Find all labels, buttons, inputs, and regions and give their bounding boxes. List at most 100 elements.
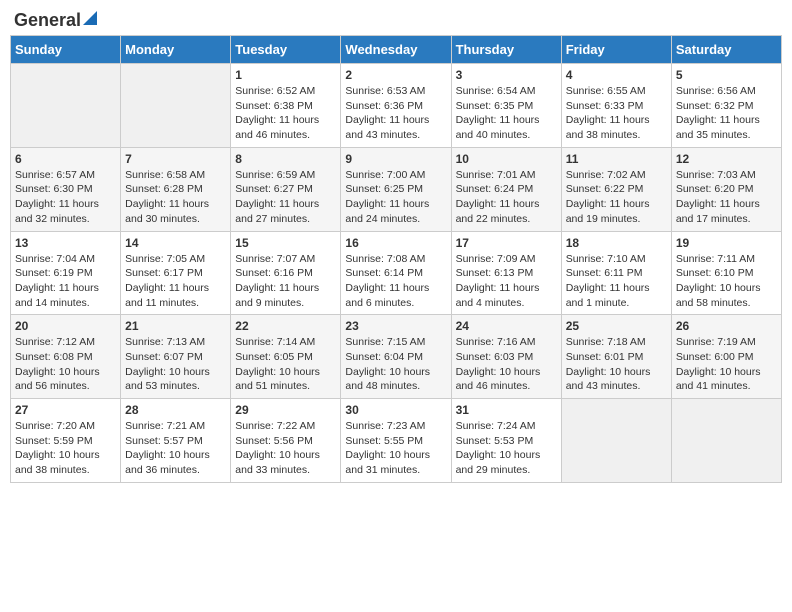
day-number: 8 bbox=[235, 152, 336, 166]
day-number: 1 bbox=[235, 68, 336, 82]
col-header-friday: Friday bbox=[561, 36, 671, 64]
day-number: 27 bbox=[15, 403, 116, 417]
calendar-cell: 3 Sunrise: 6:54 AMSunset: 6:35 PMDaylight… bbox=[451, 64, 561, 148]
day-number: 26 bbox=[676, 319, 777, 333]
day-number: 2 bbox=[345, 68, 446, 82]
calendar-cell: 9Sunrise: 7:00 AMSunset: 6:25 PMDaylight… bbox=[341, 147, 451, 231]
calendar-week-row: 6 Sunrise: 6:57 AMSunset: 6:30 PMDaylight… bbox=[11, 147, 782, 231]
calendar-cell bbox=[561, 399, 671, 483]
calendar-cell: 28 Sunrise: 7:21 AMSunset: 5:57 PMDayligh… bbox=[121, 399, 231, 483]
day-info: Sunrise: 7:23 AMSunset: 5:55 PMDaylight:… bbox=[345, 419, 446, 478]
day-number: 6 bbox=[15, 152, 116, 166]
day-info: Sunrise: 7:20 AMSunset: 5:59 PMDaylight:… bbox=[15, 419, 116, 478]
logo-triangle-icon bbox=[83, 11, 97, 30]
calendar-week-row: 27 Sunrise: 7:20 AMSunset: 5:59 PMDayligh… bbox=[11, 399, 782, 483]
calendar-cell: 2Sunrise: 6:53 AMSunset: 6:36 PMDaylight… bbox=[341, 64, 451, 148]
day-info: Sunrise: 7:05 AMSunset: 6:17 PMDaylight:… bbox=[125, 252, 226, 311]
calendar-cell: 20 Sunrise: 7:12 AMSunset: 6:08 PMDayligh… bbox=[11, 315, 121, 399]
calendar-cell: 13Sunrise: 7:04 AMSunset: 6:19 PMDayligh… bbox=[11, 231, 121, 315]
day-info: Sunrise: 7:07 AMSunset: 6:16 PMDaylight:… bbox=[235, 252, 336, 311]
calendar-cell: 17Sunrise: 7:09 AMSunset: 6:13 PMDayligh… bbox=[451, 231, 561, 315]
day-info: Sunrise: 7:16 AMSunset: 6:03 PMDaylight:… bbox=[456, 335, 557, 394]
calendar-cell: 27 Sunrise: 7:20 AMSunset: 5:59 PMDayligh… bbox=[11, 399, 121, 483]
calendar-cell: 26 Sunrise: 7:19 AMSunset: 6:00 PMDayligh… bbox=[671, 315, 781, 399]
day-info: Sunrise: 6:58 AMSunset: 6:28 PMDaylight:… bbox=[125, 168, 226, 227]
day-number: 19 bbox=[676, 236, 777, 250]
day-info: Sunrise: 7:14 AMSunset: 6:05 PMDaylight:… bbox=[235, 335, 336, 394]
col-header-wednesday: Wednesday bbox=[341, 36, 451, 64]
calendar-cell: 25 Sunrise: 7:18 AMSunset: 6:01 PMDayligh… bbox=[561, 315, 671, 399]
calendar-cell: 24 Sunrise: 7:16 AMSunset: 6:03 PMDayligh… bbox=[451, 315, 561, 399]
day-number: 28 bbox=[125, 403, 226, 417]
calendar-cell: 22 Sunrise: 7:14 AMSunset: 6:05 PMDayligh… bbox=[231, 315, 341, 399]
page-header: General bbox=[10, 10, 782, 27]
calendar-week-row: 13Sunrise: 7:04 AMSunset: 6:19 PMDayligh… bbox=[11, 231, 782, 315]
day-number: 29 bbox=[235, 403, 336, 417]
day-number: 31 bbox=[456, 403, 557, 417]
day-number: 15 bbox=[235, 236, 336, 250]
day-number: 5 bbox=[676, 68, 777, 82]
day-number: 23 bbox=[345, 319, 446, 333]
day-info: Sunrise: 6:59 AMSunset: 6:27 PMDaylight:… bbox=[235, 168, 336, 227]
calendar-cell: 23 Sunrise: 7:15 AMSunset: 6:04 PMDayligh… bbox=[341, 315, 451, 399]
logo: General bbox=[14, 10, 97, 27]
day-info: Sunrise: 6:54 AMSunset: 6:35 PMDaylight:… bbox=[456, 84, 557, 143]
day-number: 14 bbox=[125, 236, 226, 250]
calendar-cell: 8 Sunrise: 6:59 AMSunset: 6:27 PMDaylight… bbox=[231, 147, 341, 231]
day-number: 22 bbox=[235, 319, 336, 333]
calendar-cell: 18Sunrise: 7:10 AMSunset: 6:11 PMDayligh… bbox=[561, 231, 671, 315]
day-info: Sunrise: 7:11 AMSunset: 6:10 PMDaylight:… bbox=[676, 252, 777, 311]
col-header-thursday: Thursday bbox=[451, 36, 561, 64]
calendar-cell: 19 Sunrise: 7:11 AMSunset: 6:10 PMDayligh… bbox=[671, 231, 781, 315]
day-number: 7 bbox=[125, 152, 226, 166]
day-info: Sunrise: 7:18 AMSunset: 6:01 PMDaylight:… bbox=[566, 335, 667, 394]
calendar-cell: 31 Sunrise: 7:24 AMSunset: 5:53 PMDayligh… bbox=[451, 399, 561, 483]
calendar-cell bbox=[11, 64, 121, 148]
logo-general-text: General bbox=[14, 10, 81, 31]
calendar-cell: 5 Sunrise: 6:56 AMSunset: 6:32 PMDaylight… bbox=[671, 64, 781, 148]
calendar-cell: 29 Sunrise: 7:22 AMSunset: 5:56 PMDayligh… bbox=[231, 399, 341, 483]
day-number: 21 bbox=[125, 319, 226, 333]
calendar-cell: 6 Sunrise: 6:57 AMSunset: 6:30 PMDaylight… bbox=[11, 147, 121, 231]
day-info: Sunrise: 7:22 AMSunset: 5:56 PMDaylight:… bbox=[235, 419, 336, 478]
day-number: 18 bbox=[566, 236, 667, 250]
calendar-cell: 14 Sunrise: 7:05 AMSunset: 6:17 PMDayligh… bbox=[121, 231, 231, 315]
calendar-week-row: 1 Sunrise: 6:52 AMSunset: 6:38 PMDaylight… bbox=[11, 64, 782, 148]
day-number: 9 bbox=[345, 152, 446, 166]
col-header-tuesday: Tuesday bbox=[231, 36, 341, 64]
day-info: Sunrise: 7:21 AMSunset: 5:57 PMDaylight:… bbox=[125, 419, 226, 478]
calendar-cell bbox=[671, 399, 781, 483]
calendar-cell: 12Sunrise: 7:03 AMSunset: 6:20 PMDayligh… bbox=[671, 147, 781, 231]
day-info: Sunrise: 7:01 AMSunset: 6:24 PMDaylight:… bbox=[456, 168, 557, 227]
day-number: 4 bbox=[566, 68, 667, 82]
calendar-cell: 15 Sunrise: 7:07 AMSunset: 6:16 PMDayligh… bbox=[231, 231, 341, 315]
day-number: 3 bbox=[456, 68, 557, 82]
col-header-monday: Monday bbox=[121, 36, 231, 64]
day-info: Sunrise: 7:19 AMSunset: 6:00 PMDaylight:… bbox=[676, 335, 777, 394]
calendar-cell: 7 Sunrise: 6:58 AMSunset: 6:28 PMDaylight… bbox=[121, 147, 231, 231]
calendar-table: SundayMondayTuesdayWednesdayThursdayFrid… bbox=[10, 35, 782, 483]
day-info: Sunrise: 6:57 AMSunset: 6:30 PMDaylight:… bbox=[15, 168, 116, 227]
day-number: 12 bbox=[676, 152, 777, 166]
day-number: 17 bbox=[456, 236, 557, 250]
calendar-cell: 30Sunrise: 7:23 AMSunset: 5:55 PMDayligh… bbox=[341, 399, 451, 483]
day-info: Sunrise: 6:52 AMSunset: 6:38 PMDaylight:… bbox=[235, 84, 336, 143]
calendar-cell: 16Sunrise: 7:08 AMSunset: 6:14 PMDayligh… bbox=[341, 231, 451, 315]
day-info: Sunrise: 7:12 AMSunset: 6:08 PMDaylight:… bbox=[15, 335, 116, 394]
day-info: Sunrise: 7:15 AMSunset: 6:04 PMDaylight:… bbox=[345, 335, 446, 394]
day-number: 25 bbox=[566, 319, 667, 333]
calendar-cell: 1 Sunrise: 6:52 AMSunset: 6:38 PMDaylight… bbox=[231, 64, 341, 148]
day-info: Sunrise: 6:55 AMSunset: 6:33 PMDaylight:… bbox=[566, 84, 667, 143]
col-header-sunday: Sunday bbox=[11, 36, 121, 64]
day-number: 24 bbox=[456, 319, 557, 333]
calendar-cell: 11Sunrise: 7:02 AMSunset: 6:22 PMDayligh… bbox=[561, 147, 671, 231]
day-number: 16 bbox=[345, 236, 446, 250]
day-info: Sunrise: 6:56 AMSunset: 6:32 PMDaylight:… bbox=[676, 84, 777, 143]
day-info: Sunrise: 7:24 AMSunset: 5:53 PMDaylight:… bbox=[456, 419, 557, 478]
calendar-cell bbox=[121, 64, 231, 148]
calendar-week-row: 20 Sunrise: 7:12 AMSunset: 6:08 PMDayligh… bbox=[11, 315, 782, 399]
day-number: 11 bbox=[566, 152, 667, 166]
day-number: 13 bbox=[15, 236, 116, 250]
day-number: 10 bbox=[456, 152, 557, 166]
day-number: 20 bbox=[15, 319, 116, 333]
